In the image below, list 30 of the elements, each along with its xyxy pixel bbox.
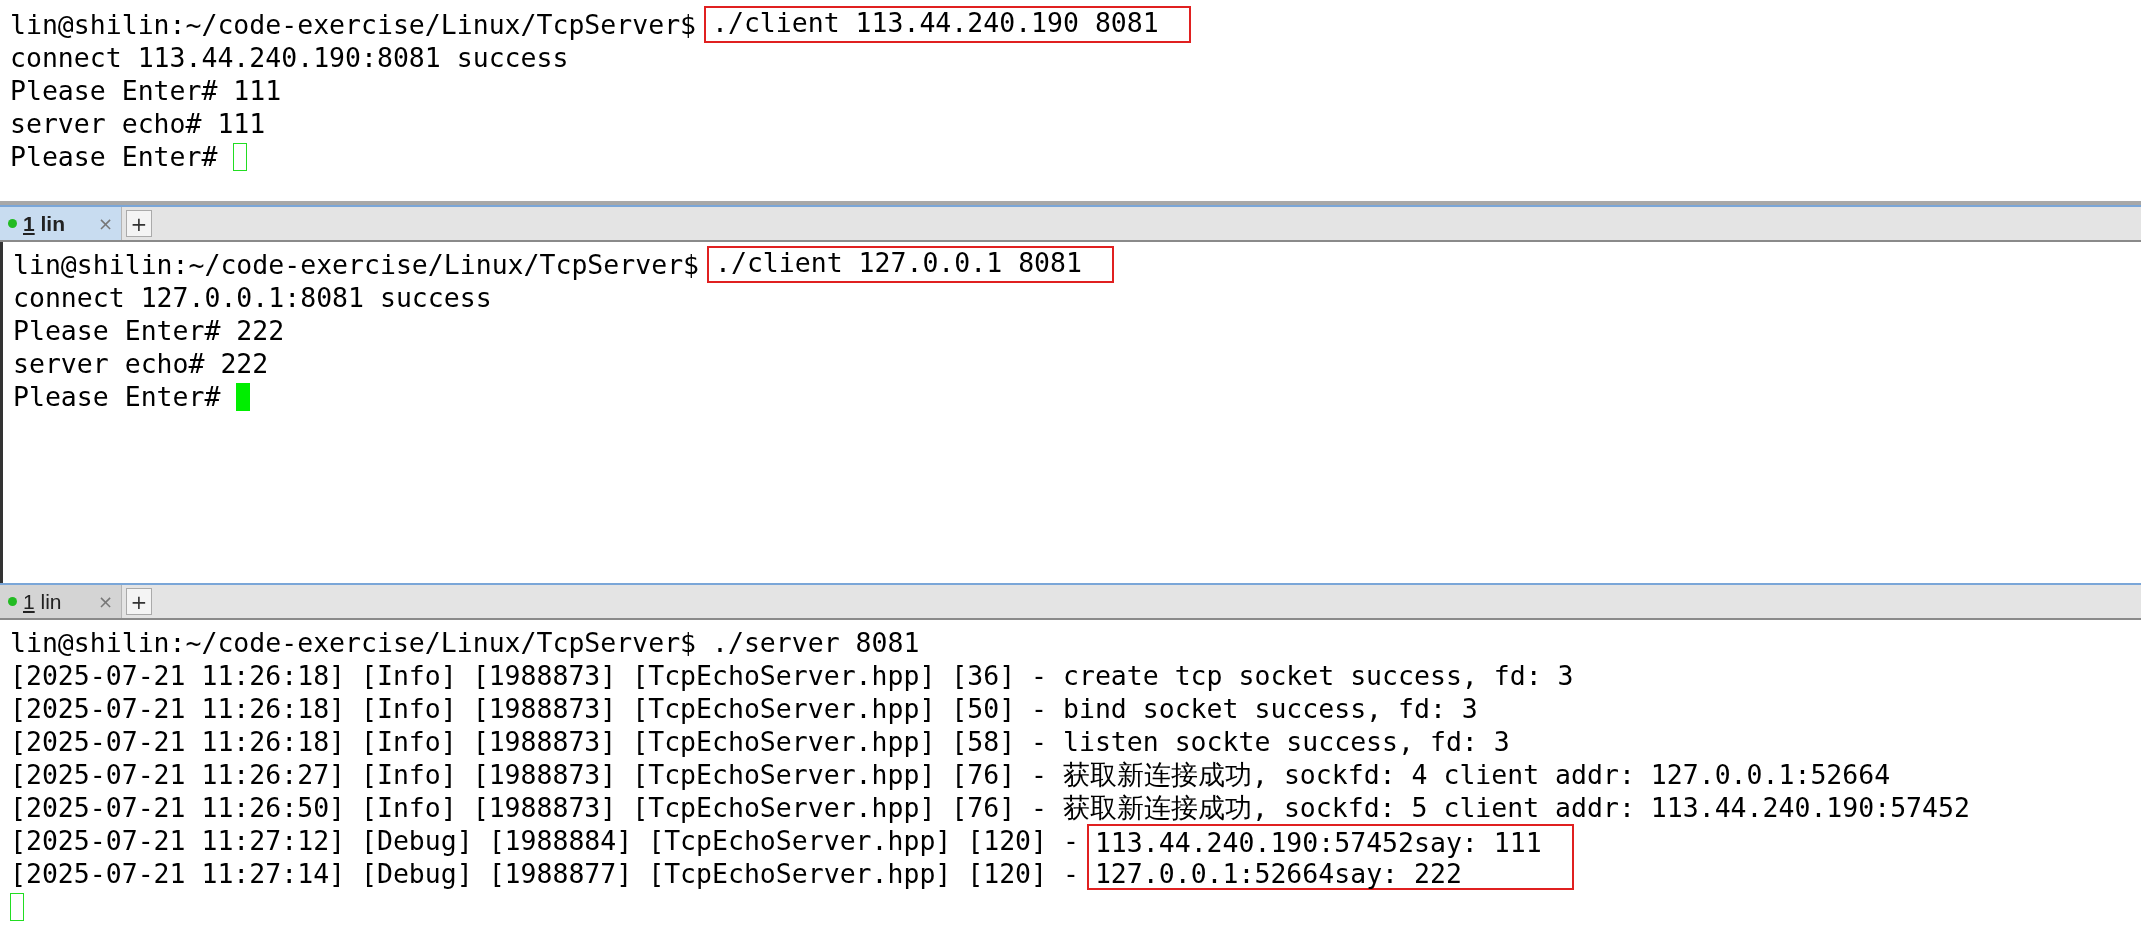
terminal-line: [2025-07-21 11:26:18] [Info] [1988873] [TcpEchoServer.hpp] [58] - listen sockte success, fd: 3	[10, 725, 1510, 758]
terminal-line: lin@shilin:~/code-exercise/Linux/TcpServer$	[13, 248, 701, 281]
highlighted-text: 113.44.240.190:57452say: 111	[1086, 824, 1574, 857]
status-dot-icon	[8, 219, 17, 228]
terminal-line: lin@shilin:~/code-exercise/Linux/TcpServer$ ./server 8081	[10, 626, 920, 659]
highlighted-text: ./client 127.0.0.1 8081	[707, 246, 1114, 283]
status-dot-icon	[8, 597, 17, 606]
terminal-line: [2025-07-21 11:26:18] [Info] [1988873] [TcpEchoServer.hpp] [36] - create tcp socket success, fd: 3	[10, 659, 1574, 692]
terminal-line: Please Enter# 222	[13, 314, 285, 347]
terminal-line: [2025-07-21 11:27:14] [Debug] [1988877] [TcpEchoServer.hpp] [120] -	[10, 857, 1080, 890]
terminal-tab[interactable]: 1 lin ×	[0, 585, 122, 618]
highlighted-text: ./client 113.44.240.190 8081	[704, 6, 1191, 43]
terminal-line: Please Enter#	[10, 140, 219, 173]
new-tab-button[interactable]: +	[126, 588, 152, 615]
terminal-line: connect 127.0.0.1:8081 success	[13, 281, 492, 314]
terminal-line: connect 113.44.240.190:8081 success	[10, 41, 569, 74]
terminal-tab[interactable]: 1 lin ×	[0, 207, 122, 240]
terminal-line: [2025-07-21 11:26:18] [Info] [1988873] [TcpEchoServer.hpp] [50] - bind socket success, fd: 3	[10, 692, 1478, 725]
new-tab-button[interactable]: +	[126, 210, 152, 237]
terminal-line: server echo# 111	[10, 107, 266, 140]
terminal-line: [2025-07-21 11:27:12] [Debug] [1988884] [TcpEchoServer.hpp] [120] -	[10, 824, 1080, 857]
terminal-line: [2025-07-21 11:26:50] [Info] [1988873] [TcpEchoServer.hpp] [76] - 获取新连接成功, sockfd: 5 client addr: 113.44.240.190:57452	[10, 791, 1970, 824]
terminal-line: server echo# 222	[13, 347, 269, 380]
terminal-line: Please Enter#	[13, 380, 222, 413]
terminal-line: [2025-07-21 11:26:27] [Info] [1988873] [TcpEchoServer.hpp] [76] - 获取新连接成功, sockfd: 4 client addr: 127.0.0.1:52664	[10, 758, 1891, 791]
tab-label: 1 lin	[23, 211, 66, 236]
highlighted-text: 127.0.0.1:52664say: 222	[1086, 857, 1574, 890]
tab-label: 1 lin	[23, 589, 62, 614]
terminal-line: lin@shilin:~/code-exercise/Linux/TcpServer$	[10, 8, 698, 41]
terminal-line: Please Enter# 111	[10, 74, 282, 107]
